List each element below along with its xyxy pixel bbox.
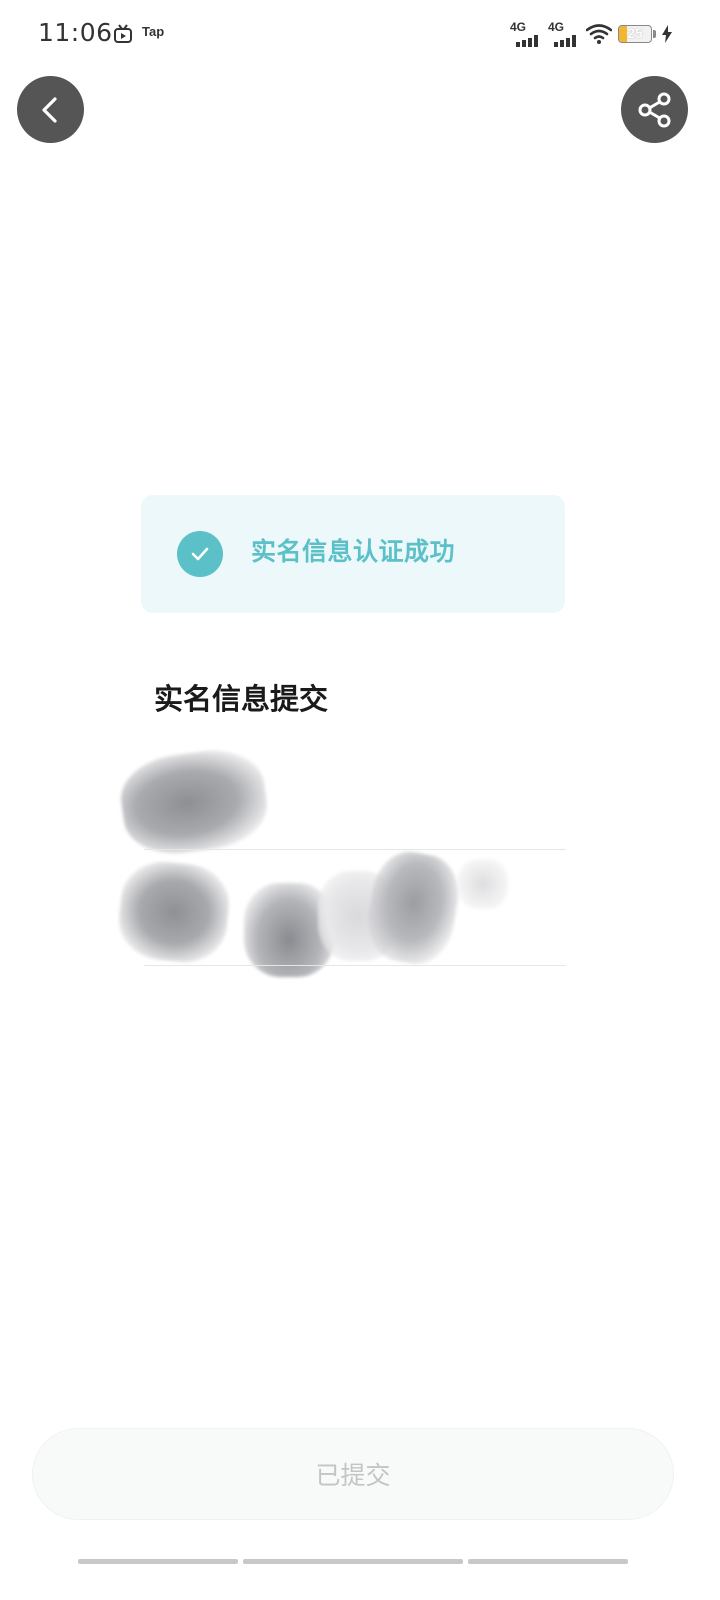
status-time: 11:06 xyxy=(38,18,113,47)
share-button[interactable] xyxy=(621,76,688,143)
check-circle xyxy=(177,531,223,577)
field-divider xyxy=(144,965,566,966)
tap-app-label: Tap xyxy=(142,24,165,39)
home-indicator-right xyxy=(468,1559,628,1564)
section-title: 实名信息提交 xyxy=(154,682,329,716)
tv-icon xyxy=(114,24,132,43)
submitted-button[interactable]: 已提交 xyxy=(32,1428,674,1520)
battery-level: 25 xyxy=(627,25,643,41)
signal-4g-icon: 4G xyxy=(548,21,580,47)
chevron-left-icon xyxy=(41,96,57,123)
charging-icon xyxy=(662,25,672,43)
redacted-info-area xyxy=(115,743,566,980)
wifi-icon xyxy=(586,24,612,44)
home-indicator-left xyxy=(78,1559,238,1564)
battery-icon: 25 xyxy=(618,25,652,43)
share-icon xyxy=(638,92,670,127)
redaction-scribble xyxy=(115,857,233,967)
home-indicator-center xyxy=(243,1559,463,1564)
battery-cap xyxy=(653,30,656,38)
check-icon xyxy=(191,547,209,561)
back-button[interactable] xyxy=(17,76,84,143)
success-message: 实名信息认证成功 xyxy=(251,537,456,566)
signal-4g-icon: 4G xyxy=(510,21,542,47)
redaction-scribble xyxy=(458,859,508,909)
signal-label: 4G xyxy=(510,20,527,34)
redaction-scribble xyxy=(115,743,273,861)
status-right-icons: 4G 4G 25 xyxy=(510,20,672,48)
field-divider xyxy=(144,849,566,850)
signal-label: 4G xyxy=(548,20,565,34)
status-bar: 11:06 Tap 4G 4G 25 xyxy=(0,0,720,70)
verification-success-card: 实名信息认证成功 xyxy=(141,495,565,613)
